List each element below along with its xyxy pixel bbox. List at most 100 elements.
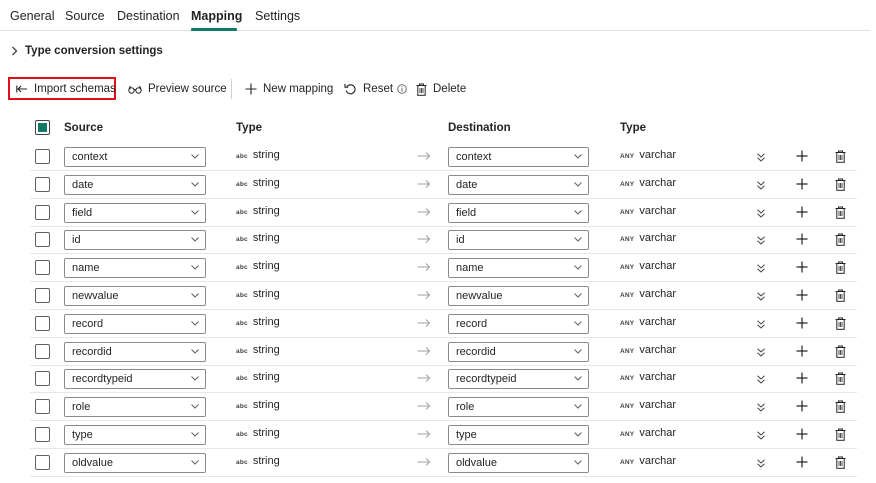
row-checkbox[interactable]: [35, 454, 50, 470]
expand-row-button[interactable]: [757, 429, 765, 443]
delete-row-button[interactable]: [835, 233, 846, 249]
double-chevron-down-icon: [757, 348, 765, 357]
source-column-select[interactable]: role: [64, 397, 206, 418]
add-row-button[interactable]: [796, 233, 808, 248]
row-checkbox[interactable]: [35, 343, 50, 359]
expand-row-button[interactable]: [757, 401, 765, 415]
delete-row-button[interactable]: [835, 400, 846, 416]
destination-column-select[interactable]: oldvalue: [448, 452, 589, 473]
delete-row-button[interactable]: [835, 345, 846, 361]
tab-destination[interactable]: Destination: [117, 9, 180, 23]
destination-column-select[interactable]: type: [448, 425, 589, 445]
source-column-select[interactable]: record: [64, 313, 206, 334]
destination-column-select[interactable]: record: [448, 313, 589, 334]
string-type-icon: abc: [236, 208, 248, 216]
destination-column-select[interactable]: id: [448, 230, 589, 251]
row-checkbox[interactable]: [35, 427, 50, 442]
plus-icon: [245, 83, 257, 95]
add-row-button[interactable]: [796, 317, 808, 332]
type-conversion-toggle[interactable]: Type conversion settings: [11, 45, 163, 57]
tab-general[interactable]: General: [10, 9, 54, 23]
add-row-button[interactable]: [796, 261, 808, 276]
row-checkbox[interactable]: [35, 315, 50, 331]
table-row: context abc string context ANY varchar: [30, 143, 857, 171]
source-column-select[interactable]: recordid: [64, 341, 206, 362]
row-checkbox[interactable]: [35, 260, 50, 276]
add-row-button[interactable]: [796, 206, 808, 221]
add-row-button[interactable]: [796, 178, 808, 193]
source-column-select[interactable]: id: [64, 230, 206, 251]
row-checkbox[interactable]: [35, 399, 50, 415]
add-row-button[interactable]: [796, 428, 808, 443]
tab-mapping[interactable]: Mapping: [191, 9, 242, 23]
add-row-button[interactable]: [796, 372, 808, 387]
select-all-checkbox[interactable]: [35, 120, 50, 135]
expand-row-button[interactable]: [757, 290, 765, 304]
chevron-down-icon: [574, 404, 582, 409]
source-column-select[interactable]: context: [64, 147, 206, 167]
row-checkbox[interactable]: [35, 232, 50, 248]
column-header-destination: Destination: [448, 122, 511, 134]
reset-button[interactable]: Reset: [344, 80, 407, 98]
expand-row-button[interactable]: [757, 207, 765, 221]
source-column-value: context: [72, 151, 108, 163]
source-column-value: newvalue: [72, 290, 119, 302]
delete-row-button[interactable]: [835, 372, 846, 388]
expand-row-button[interactable]: [757, 151, 765, 165]
add-row-button[interactable]: [796, 150, 808, 165]
delete-row-button[interactable]: [835, 150, 846, 166]
add-row-button[interactable]: [796, 289, 808, 304]
row-checkbox[interactable]: [35, 149, 50, 164]
import-schemas-button[interactable]: Import schemas: [16, 80, 116, 98]
destination-column-select[interactable]: newvalue: [448, 286, 589, 306]
expand-row-button[interactable]: [757, 457, 765, 471]
expand-row-button[interactable]: [757, 262, 765, 276]
expand-row-button[interactable]: [757, 318, 765, 332]
trash-icon: [835, 206, 846, 219]
destination-column-select[interactable]: recordid: [448, 341, 589, 362]
tab-source[interactable]: Source: [65, 9, 105, 23]
source-column-select[interactable]: type: [64, 425, 206, 445]
delete-button[interactable]: Delete: [416, 80, 466, 98]
row-checkbox[interactable]: [35, 288, 50, 303]
source-column-select[interactable]: oldvalue: [64, 452, 206, 473]
expand-row-button[interactable]: [757, 346, 765, 360]
delete-row-button[interactable]: [835, 289, 846, 305]
add-row-button[interactable]: [796, 400, 808, 415]
expand-row-button[interactable]: [757, 234, 765, 248]
preview-source-button[interactable]: Preview source: [128, 80, 227, 98]
plus-icon: [796, 289, 808, 301]
expand-row-button[interactable]: [757, 373, 765, 387]
destination-column-select[interactable]: role: [448, 397, 589, 418]
destination-column-select[interactable]: context: [448, 147, 589, 167]
chevron-down-icon: [191, 320, 199, 326]
destination-column-select[interactable]: field: [448, 202, 589, 223]
row-checkbox[interactable]: [35, 204, 50, 220]
delete-row-button[interactable]: [835, 456, 846, 472]
destination-column-select[interactable]: date: [448, 174, 589, 195]
delete-row-button[interactable]: [835, 428, 846, 444]
delete-row-button[interactable]: [835, 261, 846, 277]
destination-column-select[interactable]: name: [448, 258, 589, 279]
expand-row-button[interactable]: [757, 179, 765, 193]
delete-row-button[interactable]: [835, 317, 846, 333]
add-row-button[interactable]: [796, 345, 808, 360]
info-icon[interactable]: [397, 84, 407, 94]
row-checkbox[interactable]: [35, 371, 50, 387]
double-chevron-down-icon: [757, 431, 765, 440]
add-row-button[interactable]: [796, 456, 808, 471]
double-chevron-down-icon: [757, 320, 765, 329]
any-type-icon: ANY: [620, 431, 635, 438]
delete-row-button[interactable]: [835, 178, 846, 194]
source-column-select[interactable]: recordtypeid: [64, 369, 206, 390]
new-mapping-button[interactable]: New mapping: [245, 80, 333, 98]
source-column-select[interactable]: newvalue: [64, 286, 206, 306]
source-column-select[interactable]: name: [64, 258, 206, 279]
delete-row-button[interactable]: [835, 206, 846, 222]
tab-settings[interactable]: Settings: [255, 9, 300, 23]
source-column-select[interactable]: field: [64, 202, 206, 223]
source-column-select[interactable]: date: [64, 174, 206, 195]
source-type: abc string: [236, 344, 280, 356]
destination-column-select[interactable]: recordtypeid: [448, 369, 589, 390]
row-checkbox[interactable]: [35, 176, 50, 192]
